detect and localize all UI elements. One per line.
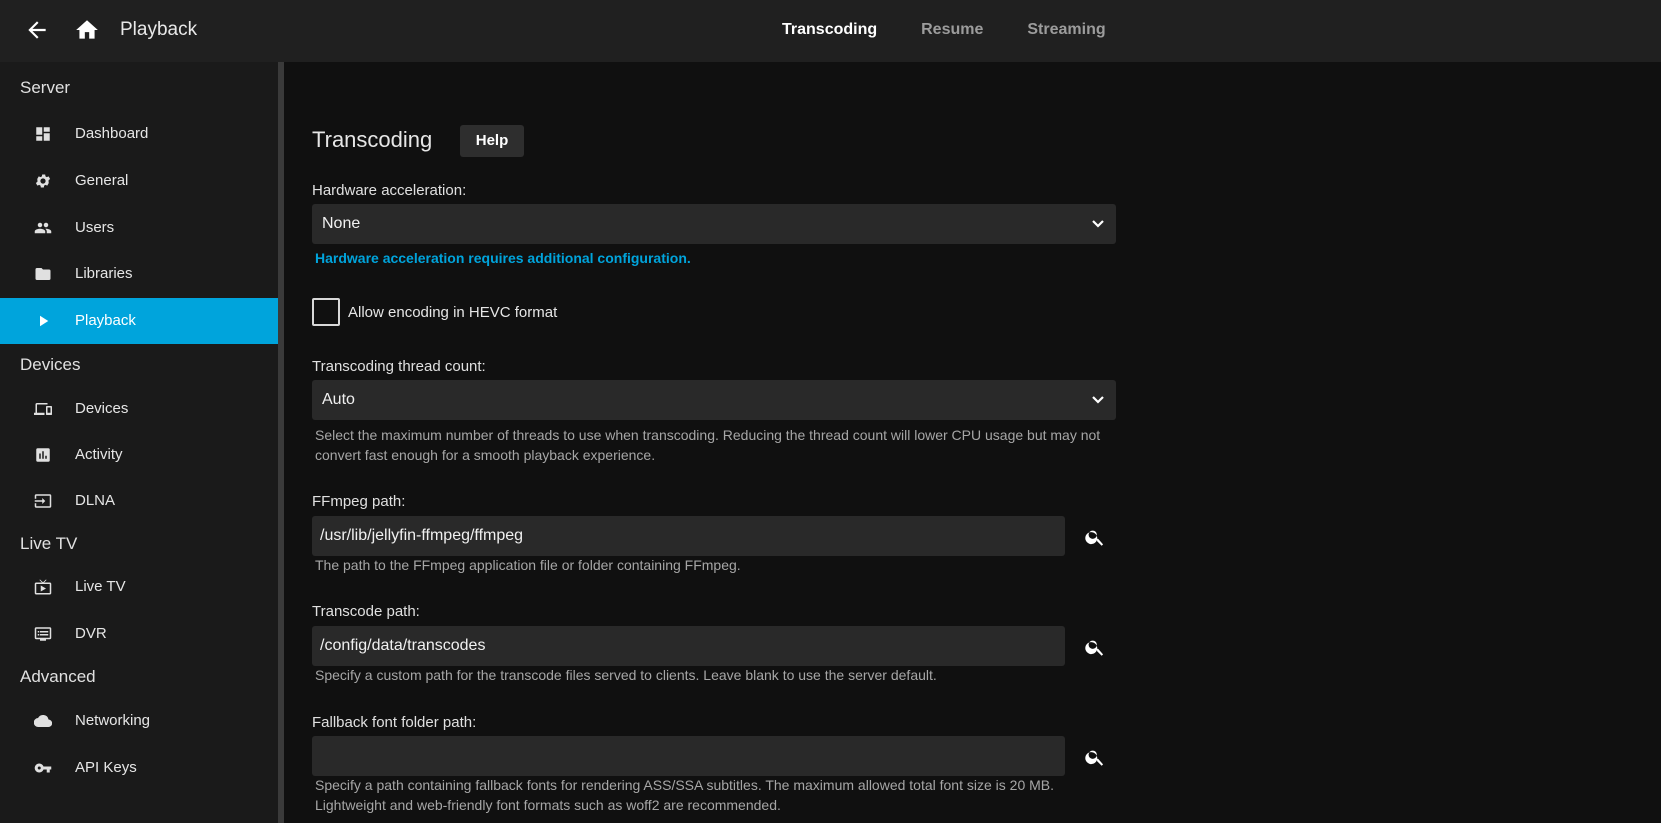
sidebar-item-api-keys[interactable]: API Keys [0,745,278,791]
sidebar-item-label: DVR [75,625,107,642]
dvr-icon [34,625,52,643]
transcode-path-input[interactable] [312,626,1065,666]
tab-bar: Transcoding Resume Streaming [782,21,1150,39]
chevron-down-icon [1090,393,1106,407]
live-tv-icon [34,578,52,596]
thread-count-select[interactable]: Auto [312,380,1116,420]
hw-accel-label: Hardware acceleration: [312,182,467,199]
chevron-down-icon [1090,217,1106,231]
sidebar-item-label: DLNA [75,492,116,509]
hw-accel-value: None [322,215,361,232]
hw-accel-config-link[interactable]: Hardware acceleration requires additiona… [315,250,691,266]
page-header-title: Playback [120,19,198,40]
sidebar: Server Dashboard General Users Libraries… [0,62,278,823]
sidebar-item-general[interactable]: General [0,158,278,204]
devices-icon [34,400,52,418]
ffmpeg-path-label: FFmpeg path: [312,493,406,510]
tab-resume[interactable]: Resume [921,21,983,39]
gear-icon [34,172,52,190]
thread-count-label: Transcoding thread count: [312,358,486,375]
ffmpeg-path-input[interactable] [312,516,1065,556]
sidebar-item-dvr[interactable]: DVR [0,611,278,657]
transcode-path-label: Transcode path: [312,603,420,620]
fallback-font-description: Specify a path containing fallback fonts… [315,777,1055,813]
tab-transcoding[interactable]: Transcoding [782,21,877,39]
main-content: Transcoding Help Hardware acceleration: … [284,62,1661,823]
app-header: Playback Transcoding Resume Streaming [0,0,1661,62]
help-button[interactable]: Help [460,125,524,157]
hevc-checkbox-label: Allow encoding in HEVC format [348,304,558,321]
sidebar-item-dlna[interactable]: DLNA [0,478,278,524]
ffmpeg-path-description: The path to the FFmpeg application file … [315,557,741,573]
sidebar-item-users[interactable]: Users [0,205,278,251]
chart-icon [34,446,52,464]
sidebar-item-devices[interactable]: Devices [0,386,278,432]
sidebar-item-dashboard[interactable]: Dashboard [0,111,278,157]
sidebar-item-live-tv[interactable]: Live TV [0,564,278,610]
hw-accel-select[interactable]: None [312,204,1116,244]
people-icon [34,219,52,237]
sidebar-item-label: Networking [75,712,151,729]
sidebar-item-label: Dashboard [75,125,149,142]
transcode-browse-search-icon[interactable] [1076,628,1112,664]
thread-count-value: Auto [322,391,355,408]
sidebar-item-playback[interactable]: Playback [0,298,278,344]
thread-count-description: Select the maximum number of threads to … [315,427,1101,463]
fallback-font-input[interactable] [312,736,1065,776]
sidebar-item-libraries[interactable]: Libraries [0,251,278,297]
fallback-font-browse-search-icon[interactable] [1076,738,1112,774]
sidebar-item-label: Libraries [75,265,133,282]
transcode-path-description: Specify a custom path for the transcode … [315,667,937,683]
back-arrow-icon[interactable] [24,17,50,43]
sidebar-item-networking[interactable]: Networking [0,698,278,744]
fallback-font-label: Fallback font folder path: [312,714,477,731]
cloud-icon [33,712,53,730]
home-icon[interactable] [74,17,100,43]
sidebar-item-label: Live TV [75,578,126,595]
tab-streaming[interactable]: Streaming [1027,21,1105,39]
sidebar-section-devices: Devices [20,355,81,374]
sidebar-item-label: Playback [75,312,136,329]
play-icon [34,312,52,330]
key-icon [34,759,52,777]
dashboard-icon [34,125,52,143]
sidebar-item-label: API Keys [75,759,137,776]
sidebar-item-label: Devices [75,400,129,417]
sidebar-section-advanced: Advanced [20,667,96,686]
folder-icon [34,265,52,283]
sidebar-section-live-tv: Live TV [20,534,78,553]
sidebar-item-label: Activity [75,446,123,463]
sidebar-item-activity[interactable]: Activity [0,432,278,478]
input-icon [34,492,52,510]
sidebar-item-label: Users [75,219,115,236]
sidebar-item-label: General [75,172,129,189]
sidebar-section-server: Server [20,78,71,97]
hevc-checkbox[interactable] [312,298,340,326]
ffmpeg-browse-search-icon[interactable] [1076,518,1112,554]
page-title: Transcoding [312,127,433,152]
